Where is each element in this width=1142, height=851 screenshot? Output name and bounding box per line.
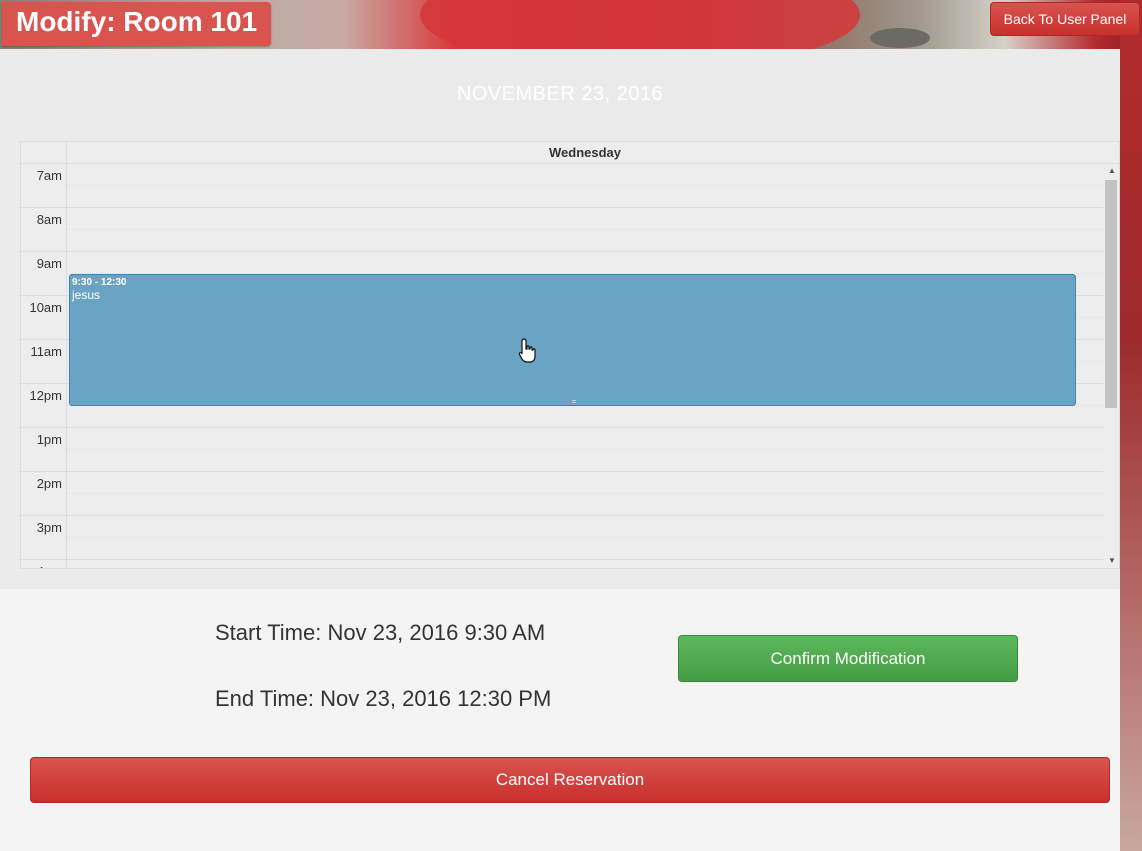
time-slot[interactable]: 4pm <box>21 560 1103 568</box>
time-slot[interactable]: 1pm <box>21 428 1103 472</box>
event-title: jesus <box>72 288 101 302</box>
day-column-header: Wednesday <box>548 145 621 160</box>
hour-label: 4pm <box>21 560 67 568</box>
half-hour-line <box>67 229 1103 230</box>
end-time-label: End Time: Nov 23, 2016 12:30 PM <box>215 686 552 711</box>
reservation-event[interactable]: 9:30 - 12:30 jesus = <box>69 274 1076 406</box>
hour-label: 3pm <box>21 516 67 560</box>
hour-label: 10am <box>21 296 67 340</box>
cancel-reservation-button[interactable]: Cancel Reservation <box>30 757 1110 803</box>
hour-label: 12pm <box>21 384 67 428</box>
confirm-modification-button[interactable]: Confirm Modification <box>678 635 1018 682</box>
photo-shape <box>870 28 930 48</box>
calendar-container: NOVEMBER 23, 2016 Wednesday 7am 8am 9am … <box>0 49 1120 589</box>
calendar-body[interactable]: 7am 8am 9am 10am 11am 12pm 1pm 2pm 3pm 4… <box>21 164 1119 568</box>
hour-label: 8am <box>21 208 67 252</box>
calendar-header: Wednesday <box>21 142 1119 164</box>
hour-label: 9am <box>21 252 67 296</box>
half-hour-line <box>67 537 1103 538</box>
time-slot[interactable]: 3pm <box>21 516 1103 560</box>
half-hour-line <box>67 185 1103 186</box>
event-time: 9:30 - 12:30 <box>72 277 127 288</box>
calendar-scrollbar[interactable]: ▲ ▼ <box>1103 164 1119 568</box>
time-slot[interactable]: 2pm <box>21 472 1103 516</box>
half-hour-line <box>67 449 1103 450</box>
time-axis-header <box>21 142 67 164</box>
hour-label: 7am <box>21 164 67 208</box>
scroll-down-arrow-icon[interactable]: ▼ <box>1107 556 1117 568</box>
hand-pointer-cursor-icon <box>518 338 536 363</box>
back-to-user-panel-button[interactable]: Back To User Panel <box>990 2 1140 36</box>
hour-label: 11am <box>21 340 67 384</box>
main-panel: NOVEMBER 23, 2016 Wednesday 7am 8am 9am … <box>0 49 1120 851</box>
scroll-up-arrow-icon[interactable]: ▲ <box>1107 166 1117 178</box>
hour-label: 2pm <box>21 472 67 516</box>
time-slot[interactable]: 8am <box>21 208 1103 252</box>
page-title: Modify: Room 101 <box>2 2 272 46</box>
background-edge <box>1120 0 1142 851</box>
scrollbar-thumb[interactable] <box>1105 180 1117 408</box>
half-hour-line <box>67 493 1103 494</box>
hour-label: 1pm <box>21 428 67 472</box>
start-time-label: Start Time: Nov 23, 2016 9:30 AM <box>215 620 546 645</box>
calendar-date-heading: NOVEMBER 23, 2016 <box>456 83 664 105</box>
time-slot[interactable]: 7am <box>21 164 1103 208</box>
event-resize-handle[interactable]: = <box>570 398 578 406</box>
day-calendar: Wednesday 7am 8am 9am 10am 11am 12pm 1pm… <box>20 141 1120 569</box>
